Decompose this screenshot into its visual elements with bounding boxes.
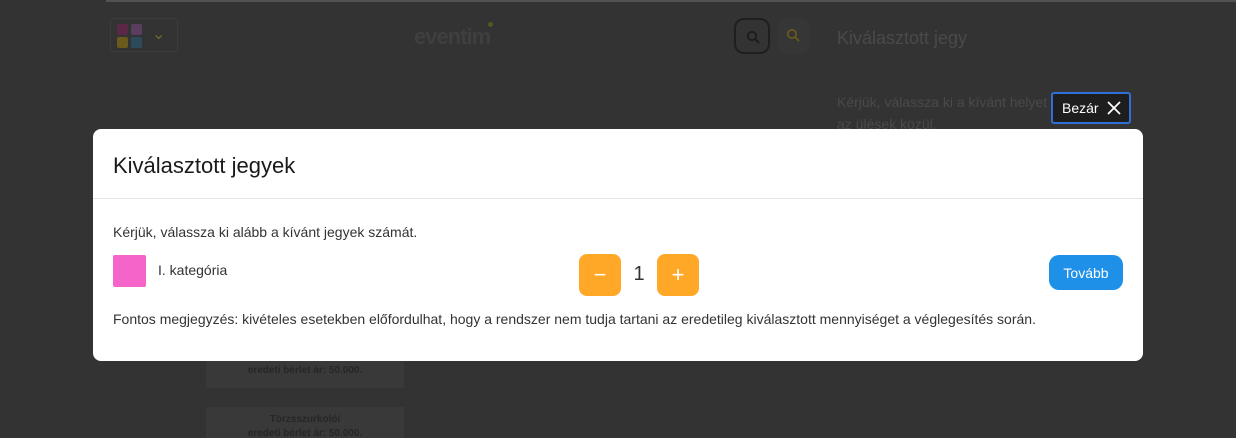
logo-dot bbox=[488, 22, 493, 27]
increase-quantity-button[interactable]: + bbox=[657, 254, 699, 296]
decrease-quantity-button[interactable]: − bbox=[579, 254, 621, 296]
close-icon bbox=[1106, 101, 1121, 115]
close-button[interactable]: Bezár bbox=[1051, 92, 1131, 124]
dialog-note: Fontos megjegyzés: kivételes esetekben e… bbox=[113, 311, 1036, 327]
search-icon bbox=[747, 31, 760, 44]
eventim-logo: eventim bbox=[414, 24, 491, 49]
app-menu-button[interactable] bbox=[110, 18, 178, 52]
search-button[interactable] bbox=[734, 18, 770, 54]
dialog-instruction: Kérjük, válassza ki alább a kívánt jegye… bbox=[113, 224, 418, 240]
zoom-icon bbox=[787, 29, 800, 42]
app-grid-icon bbox=[117, 24, 128, 35]
ticket-card: Törzsszurkolói eredeti bérlet ár: 50.000… bbox=[206, 407, 404, 438]
ticket-card-price: eredeti bérlet ár: 50.000. bbox=[247, 428, 363, 438]
ticket-card-title: Törzsszurkolói bbox=[269, 414, 341, 425]
ticket-quantity-dialog: Kiválasztott jegyek Kérjük, válassza ki … bbox=[93, 129, 1143, 361]
close-button-label: Bezár bbox=[1062, 100, 1099, 116]
quantity-value: 1 bbox=[633, 263, 645, 285]
ticket-card-price: eredeti bérlet ár: 50.000. bbox=[247, 365, 363, 376]
sidebar-title: Kiválasztott jegy bbox=[837, 28, 968, 48]
dialog-divider bbox=[93, 198, 1143, 199]
category-label: I. kategória bbox=[158, 262, 228, 278]
dialog-title: Kiválasztott jegyek bbox=[113, 153, 296, 178]
chevron-down-icon: ⌄ bbox=[152, 26, 166, 43]
next-button[interactable]: Tovább bbox=[1049, 255, 1123, 290]
zoom-button[interactable] bbox=[778, 18, 810, 54]
category-color-swatch bbox=[113, 255, 146, 287]
